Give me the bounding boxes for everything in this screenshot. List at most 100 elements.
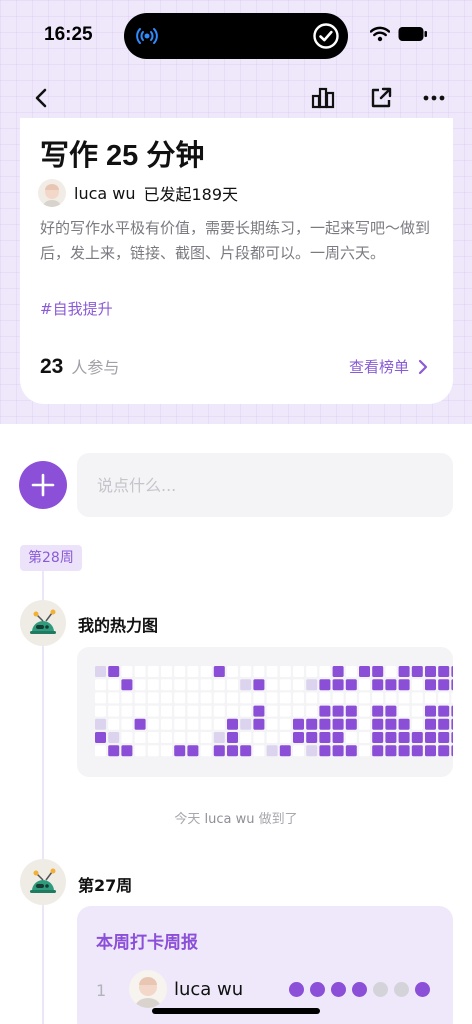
heatmap-cell xyxy=(213,732,225,743)
heatmap-cell xyxy=(134,666,146,677)
heatmap-cell xyxy=(293,732,304,743)
add-post-button[interactable] xyxy=(19,461,67,509)
heatmap-cell xyxy=(398,666,410,677)
heatmap-cell xyxy=(438,692,450,704)
robot-avatar xyxy=(20,600,66,646)
heatmap-cell xyxy=(332,679,344,691)
robot-icon xyxy=(30,868,56,893)
compose-input[interactable] xyxy=(77,453,453,517)
heatmap-cell xyxy=(174,732,186,743)
heatmap-cell xyxy=(345,679,357,691)
heatmap-cell xyxy=(425,705,436,717)
heatmap-cell xyxy=(451,666,453,677)
heatmap-cell xyxy=(319,679,331,691)
heatmap-cell xyxy=(385,666,397,677)
heatmap-cell xyxy=(134,679,146,691)
heatmap-cell xyxy=(108,666,120,677)
heatmap-cell xyxy=(398,705,410,717)
heatmap-cell xyxy=(108,705,120,717)
heatmap-cell xyxy=(306,745,318,757)
heatmap-cell xyxy=(161,705,172,717)
heatmap-cell xyxy=(240,718,252,730)
heatmap-cell xyxy=(411,679,423,691)
heatmap xyxy=(77,647,453,777)
heatmap-grid xyxy=(95,666,453,757)
heatmap-cell xyxy=(240,679,252,691)
heatmap-cell xyxy=(438,705,450,717)
heatmap-cell xyxy=(134,692,146,704)
participant-count: 23 xyxy=(40,355,64,378)
heatmap-cell xyxy=(411,705,423,717)
heatmap-cell xyxy=(95,679,106,691)
heatmap-cell xyxy=(240,705,252,717)
weekly-report-title: 本周打卡周报 xyxy=(96,933,198,953)
heatmap-cell xyxy=(306,692,318,704)
back-chevron-icon[interactable] xyxy=(28,84,56,112)
heatmap-cell xyxy=(147,666,159,677)
heatmap-cell xyxy=(398,692,410,704)
heatmap-cell xyxy=(385,718,397,730)
heatmap-cell xyxy=(227,705,238,717)
navigation-bar xyxy=(0,78,472,118)
weekly-report-card[interactable]: 本周打卡周报 1 luca wu xyxy=(77,906,453,1024)
heatmap-cell xyxy=(279,705,291,717)
heatmap-cell xyxy=(345,666,357,677)
heatmap-cell xyxy=(451,745,453,757)
heatmap-cell xyxy=(359,718,370,730)
heatmap-cell xyxy=(253,692,265,704)
heatmap-cell xyxy=(345,745,357,757)
heatmap-cell xyxy=(372,718,384,730)
heatmap-cell xyxy=(451,705,453,717)
report-rank: 1 xyxy=(96,981,107,1000)
heatmap-cell xyxy=(108,692,120,704)
report-user-name[interactable]: luca wu xyxy=(174,979,243,1000)
checkin-dot xyxy=(289,982,304,997)
heatmap-cell xyxy=(306,718,318,730)
participant-label: 人参与 xyxy=(71,358,120,377)
challenge-tag[interactable]: #自我提升 xyxy=(40,298,113,319)
heatmap-cell xyxy=(372,705,384,717)
author-row[interactable]: luca wu 已发起189天 xyxy=(38,178,238,208)
heatmap-cell xyxy=(425,666,436,677)
checkin-dot xyxy=(373,982,388,997)
heatmap-cell xyxy=(174,705,186,717)
heatmap-cell xyxy=(385,705,397,717)
share-icon[interactable] xyxy=(367,84,395,112)
challenge-duration: 已发起189天 xyxy=(143,185,239,204)
bar-chart-icon[interactable] xyxy=(309,84,337,112)
heatmap-cell xyxy=(332,666,344,677)
heatmap-cell xyxy=(174,745,186,757)
heatmap-cell xyxy=(359,692,370,704)
heatmap-cell xyxy=(451,679,453,691)
heatmap-cell xyxy=(266,718,278,730)
view-leaderboard-link[interactable]: 查看榜单 xyxy=(349,356,429,377)
heatmap-cell xyxy=(345,732,357,743)
more-icon[interactable] xyxy=(420,84,448,112)
heatmap-cell xyxy=(398,679,410,691)
done-today-name[interactable]: luca wu xyxy=(205,812,255,827)
heatmap-cell xyxy=(411,745,423,757)
heatmap-cell xyxy=(95,692,106,704)
heatmap-cell xyxy=(425,718,436,730)
heatmap-cell xyxy=(147,692,159,704)
heatmap-cell xyxy=(213,679,225,691)
battery-icon xyxy=(398,27,427,41)
heatmap-cell xyxy=(425,692,436,704)
heatmap-cell xyxy=(187,679,199,691)
heatmap-cell xyxy=(174,718,186,730)
author-name[interactable]: luca wu xyxy=(74,184,136,203)
leaderboard-label: 查看榜单 xyxy=(348,358,409,376)
heatmap-cell xyxy=(438,679,450,691)
heatmap-cell xyxy=(319,718,331,730)
heatmap-cell xyxy=(279,718,291,730)
checkin-dot xyxy=(415,982,430,997)
heatmap-cell xyxy=(319,732,331,743)
heatmap-cell xyxy=(451,718,453,730)
checkin-dot xyxy=(394,982,409,997)
author-avatar[interactable] xyxy=(38,179,66,207)
heatmap-cell xyxy=(438,745,450,757)
user-avatar[interactable] xyxy=(129,970,167,1008)
heatmap-cell xyxy=(147,718,159,730)
heatmap-cell xyxy=(187,745,199,757)
heatmap-cell xyxy=(372,745,384,757)
